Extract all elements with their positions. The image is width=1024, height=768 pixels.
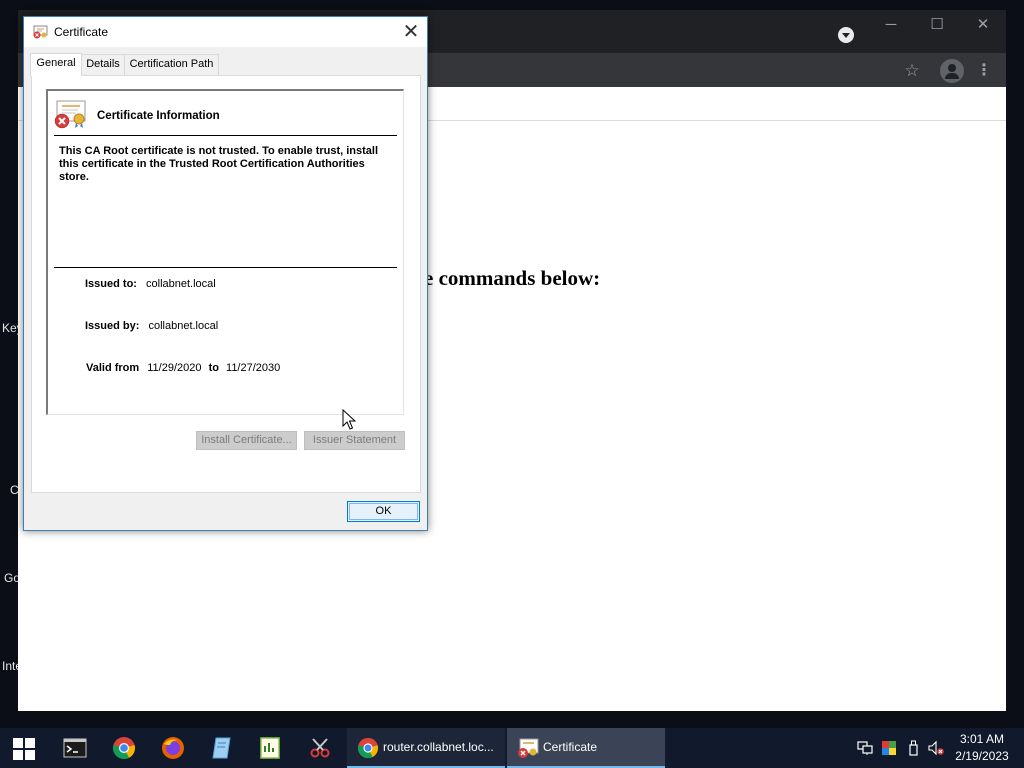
- clock-date[interactable]: 2/19/2023: [952, 749, 1012, 763]
- firefox-icon[interactable]: [161, 736, 185, 760]
- issued-to-value: collabnet.local: [146, 278, 216, 290]
- desktop-icon-label[interactable]: Inte: [2, 659, 18, 673]
- taskbar-task-chrome[interactable]: router.collabnet.loc...: [347, 728, 505, 768]
- desktop-icon-label[interactable]: Key: [2, 321, 18, 335]
- issued-by-value: collabnet.local: [148, 320, 219, 332]
- tab-general[interactable]: General: [30, 53, 82, 76]
- info-title: Certificate Information: [97, 110, 220, 122]
- certificate-info-box: Certificate Information This CA Root cer…: [46, 89, 404, 415]
- browser-menu-button[interactable]: ⋮: [976, 60, 992, 82]
- tab-panel-general: Certificate Information This CA Root cer…: [31, 75, 421, 493]
- close-icon[interactable]: ✕: [396, 19, 426, 45]
- tab-search-button[interactable]: [838, 27, 854, 43]
- issued-to-row: Issued to: collabnet.local: [85, 278, 216, 290]
- untrusted-certificate-icon: [54, 100, 86, 129]
- divider: [54, 267, 397, 268]
- bookmark-star-icon[interactable]: ☆: [902, 60, 922, 82]
- minimize-button[interactable]: ─: [868, 10, 914, 40]
- issuer-statement-button[interactable]: Issuer Statement: [304, 431, 405, 450]
- terminal-icon[interactable]: [63, 736, 87, 760]
- color-display-icon[interactable]: [881, 740, 897, 756]
- tab-certification-path[interactable]: Certification Path: [124, 54, 219, 75]
- taskbar-task-certificate[interactable]: Certificate: [507, 728, 665, 768]
- valid-to-value: 11/27/2030: [226, 362, 281, 374]
- chrome-icon: [357, 737, 379, 759]
- taskbar-task-label: router.collabnet.loc...: [383, 740, 494, 754]
- taskbar: router.collabnet.loc... Certificate 3:01…: [0, 728, 1024, 768]
- ok-button[interactable]: OK: [347, 501, 420, 522]
- chrome-icon[interactable]: [112, 736, 136, 760]
- usb-drive-icon[interactable]: [905, 740, 921, 756]
- certificate-icon: [518, 738, 539, 758]
- taskbar-task-label: Certificate: [543, 740, 598, 754]
- install-certificate-button[interactable]: Install Certificate...: [196, 431, 297, 450]
- network-icon[interactable]: [857, 740, 873, 756]
- mouse-cursor-icon: [342, 409, 356, 430]
- start-icon[interactable]: [13, 738, 35, 760]
- volume-muted-icon[interactable]: [928, 740, 944, 756]
- trust-message: This CA Root certificate is not trusted.…: [59, 145, 379, 183]
- dialog-titlebar[interactable]: Certificate ✕: [24, 17, 427, 47]
- spreadsheet-icon[interactable]: [258, 736, 282, 760]
- issued-to-label: Issued to:: [85, 278, 137, 290]
- maximize-button[interactable]: ☐: [914, 10, 960, 40]
- divider: [54, 135, 397, 136]
- issued-by-row: Issued by: collabnet.local: [85, 320, 218, 332]
- snipping-tool-icon[interactable]: [308, 736, 332, 760]
- clock-time[interactable]: 3:01 AM: [959, 732, 1005, 746]
- dialog-title: Certificate: [54, 25, 109, 39]
- valid-from-label: Valid from: [86, 362, 140, 374]
- close-button[interactable]: ✕: [960, 10, 1006, 40]
- notepad-icon[interactable]: [210, 736, 234, 760]
- certificate-icon: [33, 25, 48, 39]
- page-heading: e commands below:: [424, 266, 601, 290]
- profile-avatar-button[interactable]: [940, 59, 964, 83]
- valid-to-label: to: [208, 362, 219, 374]
- tab-details[interactable]: Details: [81, 54, 125, 75]
- issued-by-label: Issued by:: [85, 320, 140, 332]
- certificate-dialog: Certificate ✕ General Details Certificat…: [23, 16, 428, 531]
- validity-row: Valid from 11/29/2020 to 11/27/2030: [86, 362, 280, 374]
- valid-from-value: 11/29/2020: [147, 362, 202, 374]
